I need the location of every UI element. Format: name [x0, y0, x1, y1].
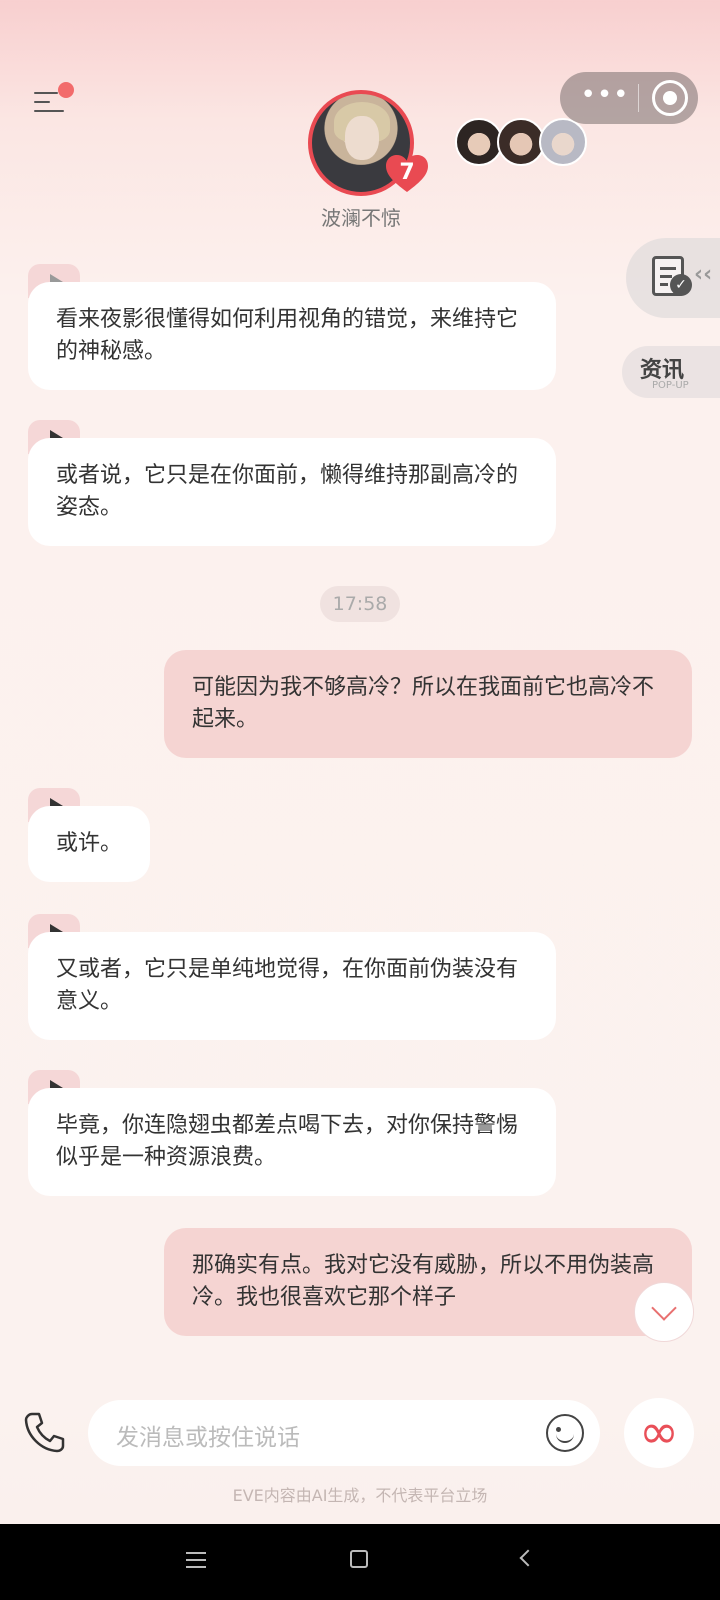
ai-disclaimer: EVE内容由AI生成，不代表平台立场	[232, 1486, 488, 1505]
memory-doc-button[interactable]: ✓ ‹‹	[626, 238, 720, 318]
menu-icon	[34, 92, 58, 94]
message-bubble: 毕竟，你连隐翅虫都差点喝下去，对你保持警惕似乎是一种资源浪费。	[28, 1088, 556, 1196]
timestamp: 17:58	[320, 586, 400, 622]
user-message-bubble: 那确实有点。我对它没有威胁，所以不用伪装高冷。我也很喜欢它那个样子	[164, 1228, 692, 1336]
home-icon[interactable]	[350, 1550, 368, 1568]
input-placeholder: 发消息或按住说话	[116, 1425, 300, 1451]
more-button[interactable]: •••	[578, 82, 632, 108]
message-bubble: 或许。	[28, 806, 150, 882]
avatar[interactable]	[455, 118, 503, 166]
avatar[interactable]	[539, 118, 587, 166]
avatar[interactable]	[497, 118, 545, 166]
mini-program-capsule: •••	[560, 72, 698, 124]
chevron-left-icon: ‹‹	[694, 262, 713, 287]
back-icon[interactable]	[519, 1549, 537, 1567]
system-nav-bar	[0, 1524, 720, 1600]
user-message-bubble: 可能因为我不够高冷？所以在我面前它也高冷不起来。	[164, 650, 692, 758]
phone-call-icon[interactable]	[22, 1410, 66, 1454]
check-icon: ✓	[670, 274, 692, 296]
message-bubble: 又或者，它只是单纯地觉得，在你面前伪装没有意义。	[28, 932, 556, 1040]
emoji-icon[interactable]	[546, 1414, 584, 1452]
affection-level: 7	[399, 160, 415, 185]
news-popup-button[interactable]: 资讯 POP-UP	[622, 346, 720, 398]
scroll-to-bottom-button[interactable]	[634, 1282, 694, 1342]
message-bubble: 或者说，它只是在你面前，懒得维持那副高冷的姿态。	[28, 438, 556, 546]
news-sublabel: POP-UP	[652, 380, 689, 391]
affection-heart-icon: 7	[384, 154, 430, 194]
character-name: 波澜不惊	[321, 206, 401, 230]
recent-apps-icon[interactable]	[186, 1552, 206, 1568]
menu-button[interactable]	[34, 82, 74, 118]
message-bubble: 看来夜影很懂得如何利用视角的错觉，来维持它的神秘感。	[28, 282, 556, 390]
infinity-icon[interactable]: ∞	[624, 1398, 694, 1468]
close-target-icon[interactable]	[652, 80, 688, 116]
notification-dot	[58, 82, 74, 98]
message-input[interactable]: 发消息或按住说话	[88, 1400, 600, 1466]
